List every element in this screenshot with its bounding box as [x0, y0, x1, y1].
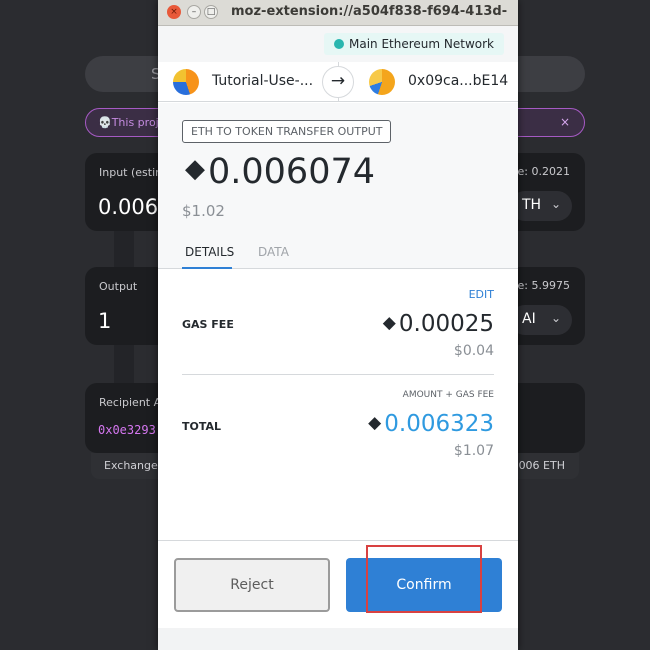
recipient-avatar — [369, 69, 395, 95]
close-icon[interactable]: × — [560, 115, 570, 129]
output-label: Output — [99, 280, 138, 293]
output-token-label: AI — [522, 311, 536, 327]
gas-fee-fiat: $0.04 — [453, 343, 494, 359]
transaction-amount: ◆0.006074 — [185, 152, 375, 192]
transaction-amount-value: 0.006074 — [208, 152, 376, 192]
total-caption: AMOUNT + GAS FEE — [402, 390, 494, 400]
transaction-action-label: ETH TO TOKEN TRANSFER OUTPUT — [182, 120, 392, 143]
background-connector — [114, 345, 134, 383]
tab-details[interactable]: DETAILS — [185, 245, 234, 259]
total-amount: 0.006323 — [384, 411, 494, 437]
active-tab-indicator — [182, 267, 232, 269]
input-label: Input (estim — [99, 166, 166, 179]
details-divider — [182, 374, 494, 375]
gas-fee-label: GAS FEE — [182, 318, 234, 331]
window-minimize-button[interactable]: – — [187, 5, 201, 19]
recipient-label: Recipient A — [99, 396, 162, 409]
total-value: ◆ 0.006323 — [368, 411, 494, 437]
skull-icon: 💀 — [98, 116, 112, 129]
chevron-down-icon: ⌄ — [550, 197, 561, 211]
sender-recipient: Tutorial-Use-... 0x09ca...bE14 → — [158, 62, 518, 102]
exchange-rate-value: 006 ETH — [518, 459, 565, 472]
window-title: moz-extension://a504f838-f694-413d- — [231, 4, 508, 19]
edit-gas-link[interactable]: EDIT — [469, 288, 494, 301]
output-amount[interactable]: 1 — [98, 309, 111, 333]
transaction-summary: ETH TO TOKEN TRANSFER OUTPUT ◆0.006074 $… — [158, 103, 518, 269]
input-amount[interactable]: 0.006 — [98, 195, 158, 219]
tab-data[interactable]: DATA — [258, 245, 289, 259]
confirm-button[interactable]: Confirm — [346, 558, 502, 612]
input-token-select[interactable]: TH ⌄ — [510, 191, 572, 221]
background-connector — [114, 231, 134, 267]
gas-fee-value: ◆ 0.00025 — [383, 311, 494, 337]
gas-fee-amount: 0.00025 — [398, 311, 494, 337]
confirm-transaction-popup: × – □ moz-extension://a504f838-f694-413d… — [158, 0, 518, 650]
window-maximize-button[interactable]: □ — [204, 5, 218, 19]
input-balance: ce: 0.2021 — [511, 165, 570, 178]
chevron-down-icon: ⌄ — [550, 311, 561, 325]
transaction-details: EDIT GAS FEE ◆ 0.00025 $0.04 AMOUNT + GAS… — [158, 270, 518, 540]
window-titlebar[interactable]: × – □ moz-extension://a504f838-f694-413d… — [158, 0, 518, 26]
transaction-fiat-value: $1.02 — [182, 202, 225, 220]
network-indicator[interactable]: Main Ethereum Network — [323, 33, 504, 55]
sender-account[interactable]: Tutorial-Use-... — [158, 62, 338, 102]
action-footer: Reject Confirm — [158, 540, 518, 628]
window-close-button[interactable]: × — [167, 5, 181, 19]
network-status-dot — [333, 39, 344, 49]
network-bar: Main Ethereum Network — [158, 26, 518, 62]
total-label: TOTAL — [182, 420, 222, 433]
detail-tabs: DETAILS DATA — [158, 233, 518, 269]
output-token-select[interactable]: AI ⌄ — [510, 305, 572, 335]
popup-bottom-strip — [158, 628, 518, 650]
eth-icon: ◆ — [382, 313, 396, 333]
output-balance: ce: 5.9975 — [511, 279, 570, 292]
eth-icon: ◆ — [368, 413, 382, 433]
recipient-account[interactable]: 0x09ca...bE14 — [338, 62, 518, 102]
sender-name: Tutorial-Use-... — [212, 73, 314, 89]
reject-button[interactable]: Reject — [174, 558, 330, 612]
arrow-right-icon: → — [322, 66, 354, 98]
sender-avatar — [173, 69, 199, 95]
background-warning-text: This proj — [111, 116, 159, 129]
network-name: Main Ethereum Network — [348, 37, 494, 51]
eth-icon: ◆ — [185, 154, 205, 184]
recipient-name: 0x09ca...bE14 — [408, 73, 509, 89]
total-fiat: $1.07 — [453, 443, 494, 459]
recipient-address[interactable]: 0x0e3293 — [98, 423, 156, 437]
input-token-label: TH — [522, 197, 542, 213]
exchange-rate-label: Exchange — [104, 459, 158, 472]
